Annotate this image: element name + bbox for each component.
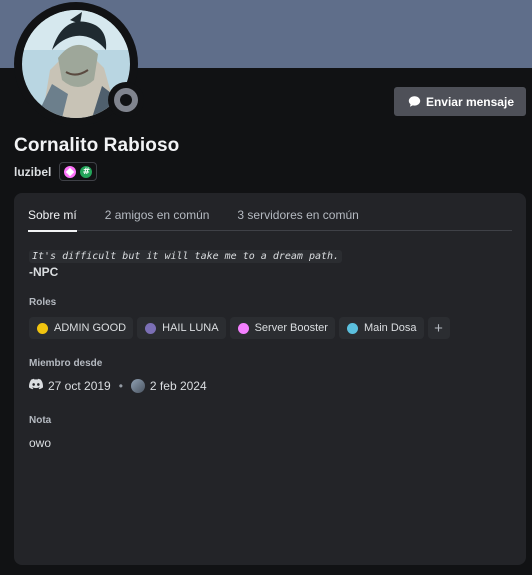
- role-label: Server Booster: [254, 322, 328, 334]
- add-role-button[interactable]: +: [427, 317, 450, 339]
- member-since-row: 27 oct 2019 • 2 feb 2024: [29, 377, 207, 394]
- role-admin-good[interactable]: ADMIN GOOD: [29, 317, 134, 339]
- chat-bubble-icon: [408, 96, 421, 107]
- avatar-container[interactable]: [14, 2, 144, 126]
- bio: It's difficult but it will take me to a …: [29, 246, 343, 279]
- bio-signature: -NPC: [29, 265, 59, 279]
- note-field[interactable]: owo: [29, 436, 51, 450]
- display-name: Cornalito Rabioso: [14, 135, 180, 156]
- bio-quote: It's difficult but it will take me to a …: [29, 250, 343, 263]
- role-main-dosa[interactable]: Main Dosa: [338, 317, 424, 339]
- date-separator: •: [118, 378, 123, 393]
- roles-title: Roles: [29, 297, 57, 308]
- profile-tabs: Sobre mí 2 amigos en común 3 servidores …: [28, 193, 512, 232]
- offline-status-icon: [114, 88, 138, 112]
- role-hail-luna[interactable]: HAIL LUNA: [137, 317, 226, 339]
- role-color-dot: [37, 322, 48, 334]
- role-list: ADMIN GOOD HAIL LUNA Server Booster Main…: [29, 317, 450, 339]
- role-label: HAIL LUNA: [162, 322, 219, 334]
- discord-join-date: 27 oct 2019: [48, 378, 111, 393]
- role-color-dot: [346, 322, 358, 334]
- hash-badge-icon[interactable]: #: [80, 165, 93, 178]
- send-message-label: Enviar mensaje: [425, 94, 514, 109]
- note-title: Nota: [29, 415, 52, 426]
- nitro-badge-icon[interactable]: [64, 165, 77, 178]
- profile-details-card: Sobre mí 2 amigos en común 3 servidores …: [14, 193, 526, 565]
- server-icon: [130, 378, 145, 393]
- discord-logo-icon: [29, 377, 44, 394]
- role-label: Main Dosa: [363, 322, 417, 334]
- role-label: ADMIN GOOD: [54, 322, 127, 334]
- send-message-button[interactable]: Enviar mensaje: [393, 87, 526, 116]
- member-since-title: Miembro desde: [29, 358, 103, 369]
- role-color-dot: [237, 322, 249, 334]
- role-server-booster[interactable]: Server Booster: [229, 317, 335, 339]
- status-indicator: [108, 82, 144, 118]
- username-row: luzibel #: [14, 162, 98, 181]
- server-join-date: 2 feb 2024: [149, 378, 207, 393]
- username: luzibel: [14, 164, 52, 179]
- tab-mutual-friends[interactable]: 2 amigos en común: [105, 193, 210, 231]
- tab-about-me[interactable]: Sobre mí: [28, 193, 77, 232]
- tab-mutual-servers[interactable]: 3 servidores en común: [237, 193, 358, 231]
- badge-list: #: [59, 162, 98, 181]
- role-color-dot: [145, 322, 157, 334]
